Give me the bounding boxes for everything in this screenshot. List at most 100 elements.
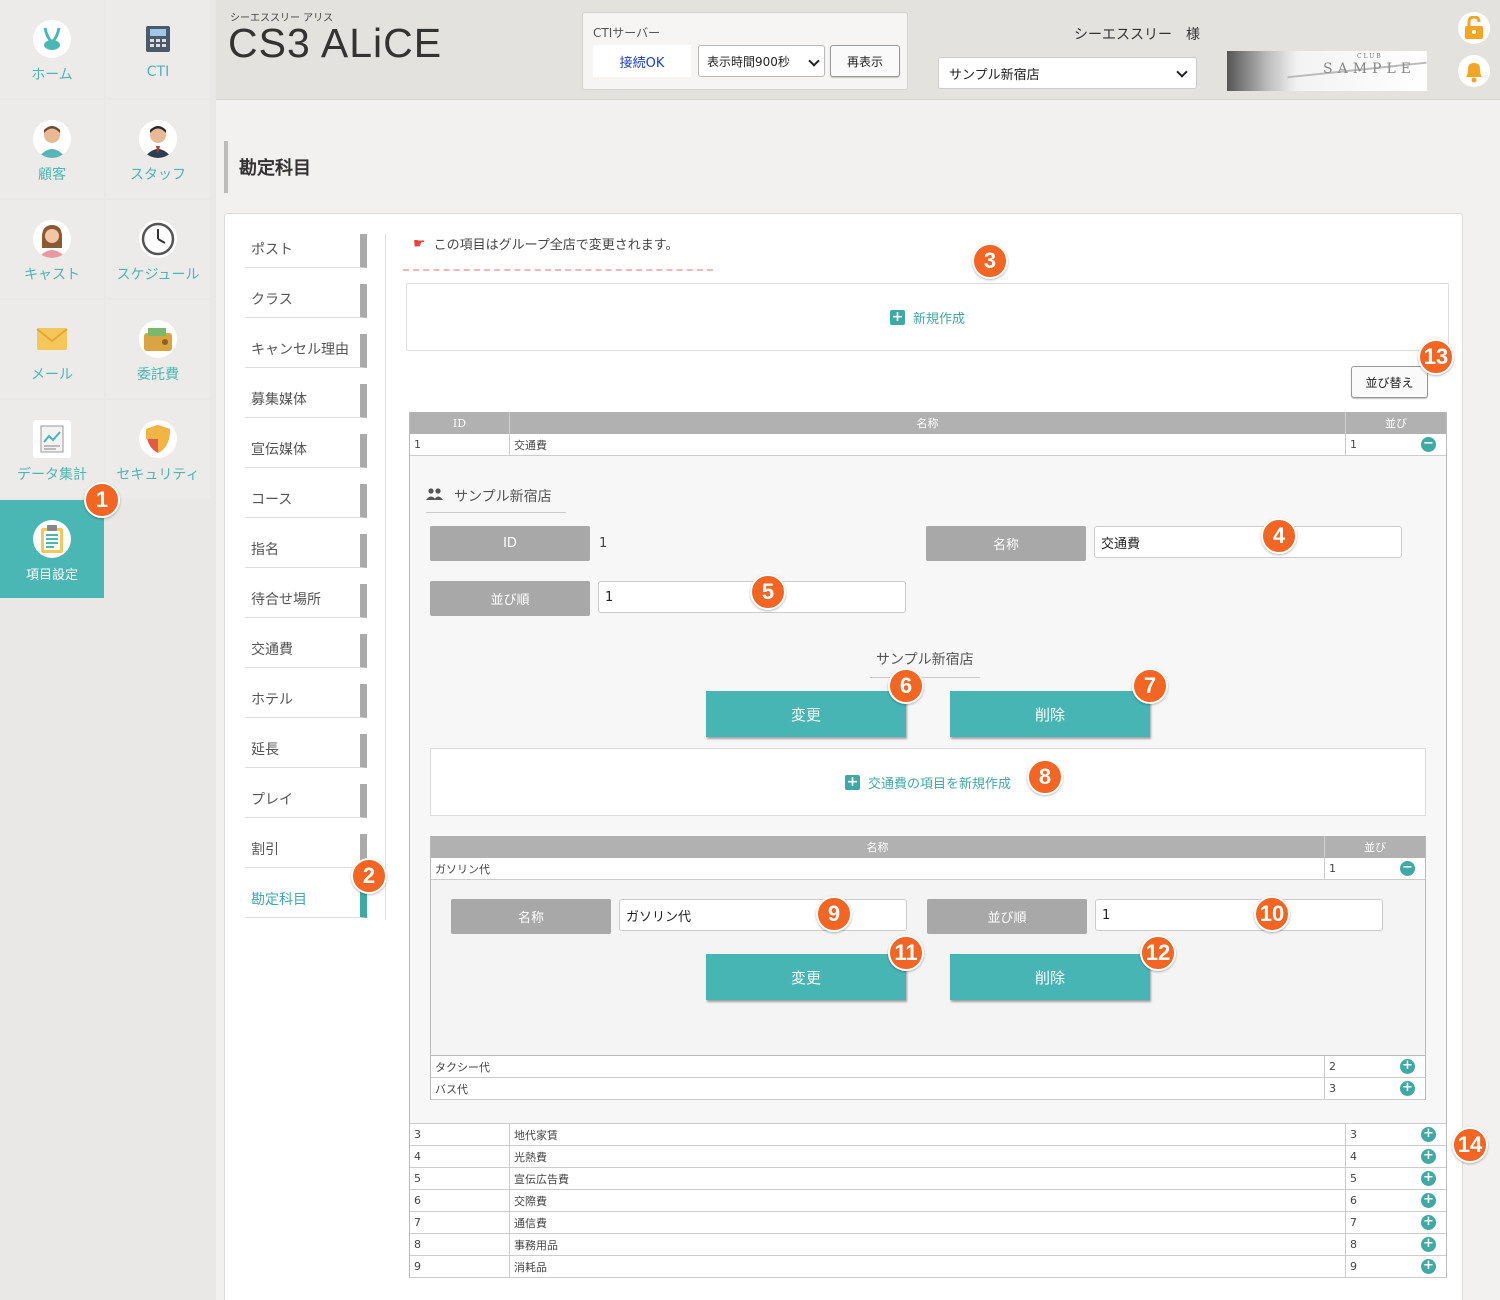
expand-icon[interactable]: + [1421,1193,1436,1208]
name-input[interactable]: 交通費 [1094,526,1402,558]
subnav-item-accounts[interactable]: 勘定科目 [245,884,367,918]
store-banner: CLUB SAMPLE [1227,51,1427,91]
expand-icon[interactable]: + [1421,1149,1436,1164]
subnav-item-class[interactable]: クラス [245,284,367,318]
sub-header-order: 並び [1364,841,1386,854]
table-row[interactable]: 7 通信費 7 + [410,1212,1446,1234]
sidebar-item-home[interactable]: ホーム [0,0,104,98]
subnav-item-recruit-media[interactable]: 募集媒体 [245,384,367,418]
expand-icon[interactable]: + [1421,1259,1436,1274]
content-panel: ポスト クラス キャンセル理由 募集媒体 宣伝媒体 コース 指名 待合せ場所 交… [224,213,1488,1300]
sidebar-item-mail[interactable]: メール [0,300,104,398]
annotation-badge-5: 5 [750,574,786,610]
cell-order: 9 + [1346,1256,1446,1277]
cell-order: 4 + [1346,1146,1446,1167]
subnav-item-cancel-reason[interactable]: キャンセル理由 [245,334,367,368]
sidebar-item-customer[interactable]: 顧客 [0,100,104,198]
cell-name: 交際費 [510,1190,1346,1211]
expand-icon[interactable]: + [1421,1127,1436,1142]
new-create-button[interactable]: + 新規作成 [406,283,1449,351]
expand-icon[interactable]: + [1400,1081,1415,1096]
store-select[interactable]: サンプル新宿店 [938,57,1197,89]
cell-order: 8 + [1346,1234,1446,1255]
phone-icon [139,20,177,58]
order-value: 6 [1350,1194,1357,1207]
sub-table-row[interactable]: タクシー代 2 + [431,1056,1425,1078]
cti-status: 接続OK [593,45,691,77]
table-row[interactable]: 9 消耗品 9 + [410,1256,1446,1278]
chevron-down-icon [1176,66,1188,78]
display-time-select[interactable]: 表示時間900秒 [698,45,825,77]
cell-id: 5 [410,1168,510,1189]
collapse-icon[interactable]: − [1421,437,1436,452]
delete-button[interactable]: 削除 [950,691,1150,737]
sidebar-item-label: ホーム [31,67,73,83]
table-row[interactable]: 4 光熱費 4 + [410,1146,1446,1168]
cell-order: 5 + [1346,1168,1446,1189]
cell-name: 交通費 [510,434,1346,455]
sub-row-expanded[interactable]: ガソリン代 1 − [431,858,1425,880]
cell-order: 3 + [1346,1124,1446,1145]
subnav-item-post[interactable]: ポスト [245,234,367,268]
subnav-item-meeting-place[interactable]: 待合せ場所 [245,584,367,618]
table-row[interactable]: 8 事務用品 8 + [410,1234,1446,1256]
sort-button[interactable]: 並び替え [1351,366,1428,398]
sidebar-item-staff[interactable]: スタッフ [106,100,210,198]
sidebar-item-data[interactable]: データ集計 [0,400,104,498]
subnav-item-extension[interactable]: 延長 [245,734,367,768]
edit-store-caption: サンプル新宿店 [870,649,980,678]
annotation-badge-11: 11 [888,935,924,971]
pointing-hand-icon: ☛ [413,235,426,252]
sub-table-row[interactable]: バス代 3 + [431,1078,1425,1100]
sidebar-item-security[interactable]: セキュリティ [106,400,210,498]
sidebar-item-label: データ集計 [17,467,87,483]
subnav-divider [385,234,386,920]
sub-cell-order: 1 − [1325,858,1425,879]
new-create-label: 新規作成 [912,311,965,327]
annotation-badge-2: 2 [351,858,387,894]
sidebar-item-label: CTI [146,64,170,80]
sidebar-item-commission[interactable]: 委託費 [106,300,210,398]
sub-name-input[interactable]: ガソリン代 [619,899,907,931]
subnav-item-nomination[interactable]: 指名 [245,534,367,568]
subnav-item-hotel[interactable]: ホテル [245,684,367,718]
notice-text: この項目はグループ全店で変更されます。 [433,238,679,253]
sub-order-input[interactable]: 1 [1095,899,1383,931]
sub-header-name: 名称 [431,836,1325,858]
sidebar-item-settings[interactable]: 項目設定 [0,500,104,598]
sub-change-button[interactable]: 変更 [706,954,906,1000]
subnav-item-ad-media[interactable]: 宣伝媒体 [245,434,367,468]
sidebar-item-cti[interactable]: CTI [106,0,210,98]
sub-delete-button[interactable]: 削除 [950,954,1150,1000]
sub-new-create-button[interactable]: + 交通費の項目を新規作成 [430,748,1426,816]
sidebar-item-label: 項目設定 [25,568,78,583]
order-value: 3 [1350,1128,1357,1141]
change-button[interactable]: 変更 [706,691,906,737]
expand-icon[interactable]: + [1421,1237,1436,1252]
table-header: ID 名称 並び [410,412,1446,434]
subnav-item-transport[interactable]: 交通費 [245,634,367,668]
bell-icon[interactable] [1458,55,1490,87]
sidebar-item-schedule[interactable]: スケジュール [106,200,210,298]
table-row-expanded[interactable]: 1 交通費 1 − [410,434,1446,456]
expand-icon[interactable]: + [1400,1059,1415,1074]
table-row[interactable]: 3 地代家賃 3 + [410,1124,1446,1146]
order-value: 8 [1350,1238,1357,1251]
notice-divider [403,269,713,271]
unlock-icon[interactable] [1458,12,1490,44]
cell-name: 通信費 [510,1212,1346,1233]
subnav-item-discount[interactable]: 割引 [245,834,367,868]
table-row[interactable]: 6 交際費 6 + [410,1190,1446,1212]
cell-name: 地代家賃 [510,1124,1346,1145]
refresh-button[interactable]: 再表示 [830,45,900,77]
cell-id: 7 [410,1212,510,1233]
table-row[interactable]: 5 宣伝広告費 5 + [410,1168,1446,1190]
expand-icon[interactable]: + [1421,1171,1436,1186]
sidebar: ホーム CTI 顧客 スタッフ キャスト スケジュール メール 委託費 データ集… [0,0,216,1300]
collapse-icon[interactable]: − [1400,861,1415,876]
expand-icon[interactable]: + [1421,1215,1436,1230]
subnav-item-play[interactable]: プレイ [245,784,367,818]
sidebar-item-label: 顧客 [38,167,66,183]
subnav-item-course[interactable]: コース [245,484,367,518]
sidebar-item-cast[interactable]: キャスト [0,200,104,298]
